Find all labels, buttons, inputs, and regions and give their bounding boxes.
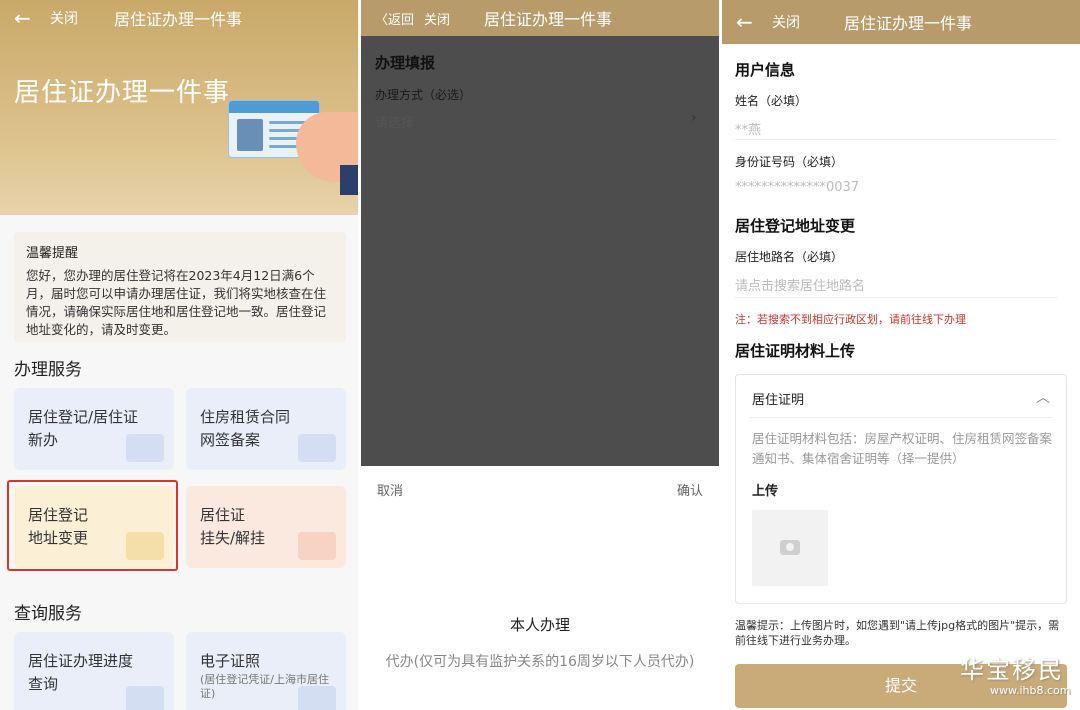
close-button[interactable]: 关闭 <box>50 8 78 28</box>
service-tile-loss[interactable]: 居住证 挂失/解挂 <box>186 486 346 568</box>
camera-icon <box>780 540 800 555</box>
tile-label: 居住证办理进度 <box>28 652 134 670</box>
id-label: 身份证号码（必填） <box>735 155 844 169</box>
upload-label: 上传 <box>752 484 779 499</box>
page-title: 居住证办理一件事 <box>484 10 613 29</box>
panel-method-picker: 〈返回 关闭 居住证办理一件事 办理填报 办理方式（必选） 请选择 › 取消 确… <box>361 0 719 710</box>
upload-heading: 居住证明材料上传 <box>735 342 856 360</box>
notice-card: 温馨提醒 您好，您办理的居住登记将在2023年4月12日满6个月，届时您可以申请… <box>14 232 346 342</box>
back-arrow-icon[interactable]: ← <box>14 6 36 30</box>
divider <box>735 139 1057 140</box>
chevron-up-icon[interactable]: ︿ <box>1036 387 1050 407</box>
page-title: 居住证办理一件事 <box>844 14 973 33</box>
tile-label: 居住证 <box>200 506 246 524</box>
services-heading: 办理服务 <box>14 360 82 380</box>
warning-text: 注：若搜索不到相应行政区划，请前往线下办理 <box>735 313 966 326</box>
back-button[interactable]: 〈返回 <box>375 9 414 28</box>
hero-title: 居住证办理一件事 <box>14 78 231 108</box>
list-icon <box>126 686 164 710</box>
proof-card: 居住证明 ︿ 居住证明材料包括：房屋产权证明、住房租赁网签备案通知书、集体宿舍证… <box>735 374 1067 604</box>
proof-description: 居住证明材料包括：房屋产权证明、住房租赁网签备案通知书、集体宿舍证明等（择一提供… <box>752 431 1053 466</box>
form-title: 办理填报 <box>375 54 436 72</box>
upload-icon <box>298 434 336 462</box>
tile-label: 电子证照 <box>200 652 261 670</box>
chevron-right-icon: › <box>691 110 697 126</box>
back-arrow-icon[interactable]: ← <box>736 10 758 34</box>
panel-home: ← 关闭 居住证办理一件事 居住证办理一件事 温馨提醒 您好，您办理的居住登记将… <box>0 0 358 710</box>
upload-photo-button[interactable] <box>752 510 828 586</box>
tile-label: 居住登记/居住证 <box>28 408 139 426</box>
id-field: **************0037 <box>735 180 860 195</box>
notice-text: 您好，您办理的居住登记将在2023年4月12日满6个月，届时您可以申请办理居住证… <box>26 268 327 337</box>
road-search-input[interactable]: 请点击搜索居住地路名 <box>735 275 865 294</box>
close-button[interactable]: 关闭 <box>772 12 800 32</box>
confirm-button[interactable]: 确认 <box>677 480 703 499</box>
service-tile-new[interactable]: 居住登记/居住证 新办 <box>14 388 174 470</box>
top-bar: ← 关闭 居住证办理一件事 <box>0 0 358 36</box>
name-field: **燕 <box>735 123 762 138</box>
service-tile-lease[interactable]: 住房租赁合同 网签备案 <box>186 388 346 470</box>
address-change-heading: 居住登记地址变更 <box>735 217 856 235</box>
tile-label: 住房租赁合同 <box>200 408 291 426</box>
certificate-icon <box>298 686 336 710</box>
method-label: 办理方式（必选） <box>375 88 472 102</box>
card-ban-icon <box>298 532 336 560</box>
document-icon <box>126 434 164 462</box>
query-heading: 查询服务 <box>14 604 82 624</box>
divider <box>750 417 1052 418</box>
notice-title: 温馨提醒 <box>26 246 79 261</box>
panel-address-form: ← 关闭 居住证办理一件事 用户信息 姓名（必填） **燕 身份证号码（必填） … <box>722 0 1080 710</box>
watermark-text: 华宝移民 <box>960 656 1064 684</box>
name-label: 姓名（必填） <box>735 94 808 108</box>
query-tile-progress[interactable]: 居住证办理进度 查询 <box>14 632 174 710</box>
user-info-heading: 用户信息 <box>735 61 796 79</box>
page-title: 居住证办理一件事 <box>114 10 243 29</box>
cancel-button[interactable]: 取消 <box>377 480 403 499</box>
highlight-frame <box>7 480 178 571</box>
watermark-url: www.ihb8.com <box>990 684 1071 697</box>
picker-option-agent[interactable]: 代办(仅可为具有监护关系的16周岁以下人员代办) <box>361 651 719 671</box>
road-label: 居住地路名（必填） <box>735 250 844 264</box>
picker-header <box>361 466 719 510</box>
close-button[interactable]: 关闭 <box>424 9 450 28</box>
method-select[interactable]: 请选择 <box>375 112 414 131</box>
proof-title: 居住证明 <box>752 393 805 408</box>
top-bar: 〈返回 关闭 居住证办理一件事 <box>361 0 719 36</box>
picker-option-self[interactable]: 本人办理 <box>361 614 719 635</box>
divider <box>735 297 1057 298</box>
hero-banner: ← 关闭 居住证办理一件事 居住证办理一件事 <box>0 0 358 215</box>
query-tile-ecert[interactable]: 电子证照 (居住登记凭证/上海市居住证) <box>186 632 346 710</box>
top-bar: ← 关闭 居住证办理一件事 <box>722 0 1080 44</box>
sleeve-illustration <box>340 165 358 195</box>
tip-text: 温馨提示：上传图片时，如您遇到"请上传jpg格式的图片"提示，需前往线下进行业务… <box>735 619 1060 647</box>
